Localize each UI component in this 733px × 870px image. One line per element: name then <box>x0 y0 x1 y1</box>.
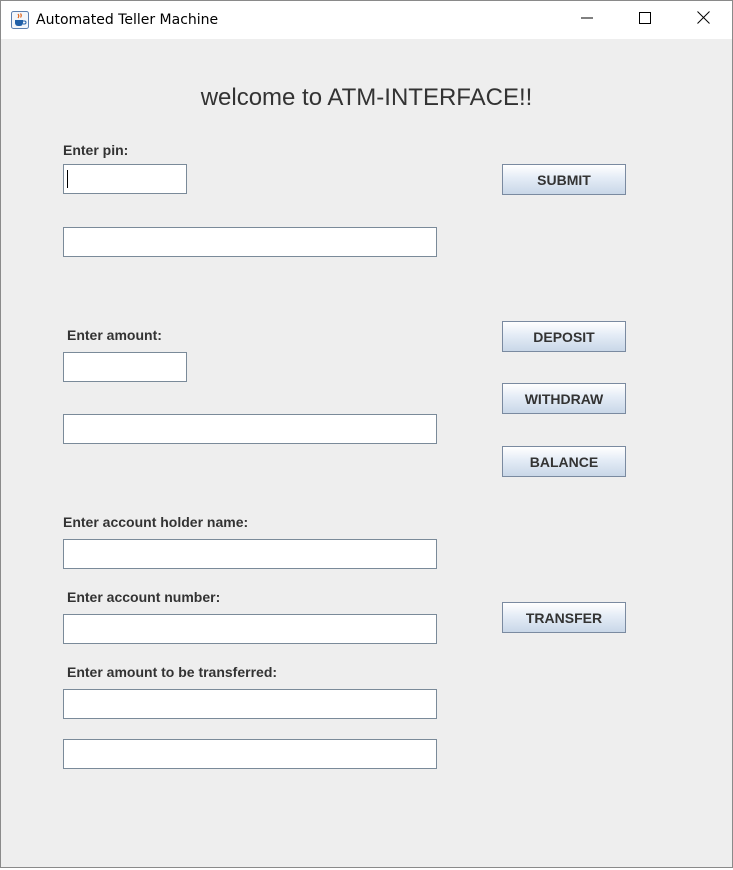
submit-button[interactable]: SUBMIT <box>502 164 626 195</box>
amount-output-field[interactable] <box>63 414 437 444</box>
pin-label: Enter pin: <box>63 142 129 158</box>
amount-field[interactable] <box>63 352 187 382</box>
transfer-output-input[interactable] <box>64 740 436 768</box>
holder-name-input[interactable] <box>64 540 436 568</box>
amount-output-input[interactable] <box>64 415 436 443</box>
page-title: welcome to ATM-INTERFACE!! <box>200 84 533 111</box>
maximize-icon <box>639 11 651 29</box>
minimize-button[interactable] <box>558 1 616 39</box>
minimize-icon <box>581 11 593 29</box>
holder-name-field[interactable] <box>63 539 437 569</box>
withdraw-button[interactable]: WITHDRAW <box>502 383 626 414</box>
pin-input[interactable] <box>64 165 186 193</box>
account-number-label: Enter account number: <box>67 589 221 605</box>
pin-output-input[interactable] <box>64 228 436 256</box>
window-title: Automated Teller Machine <box>36 12 219 28</box>
atm-window: Automated Teller Machine welcome to ATM-… <box>0 0 733 868</box>
title-bar[interactable]: Automated Teller Machine <box>1 1 732 39</box>
text-caret <box>67 170 68 188</box>
balance-button[interactable]: BALANCE <box>502 446 626 477</box>
transfer-amount-field[interactable] <box>63 689 437 719</box>
transfer-output-field[interactable] <box>63 739 437 769</box>
transfer-amount-input[interactable] <box>64 690 436 718</box>
java-coffee-cup-icon <box>11 11 29 29</box>
transfer-button[interactable]: TRANSFER <box>502 602 626 633</box>
close-icon <box>696 11 710 29</box>
pin-field[interactable] <box>63 164 187 194</box>
account-number-field[interactable] <box>63 614 437 644</box>
maximize-button[interactable] <box>616 1 674 39</box>
account-number-input[interactable] <box>64 615 436 643</box>
close-button[interactable] <box>674 1 732 39</box>
amount-label: Enter amount: <box>67 327 162 343</box>
holder-name-label: Enter account holder name: <box>63 514 249 530</box>
pin-output-field[interactable] <box>63 227 437 257</box>
transfer-amount-label: Enter amount to be transferred: <box>67 664 278 680</box>
deposit-button[interactable]: DEPOSIT <box>502 321 626 352</box>
amount-input[interactable] <box>64 353 186 381</box>
